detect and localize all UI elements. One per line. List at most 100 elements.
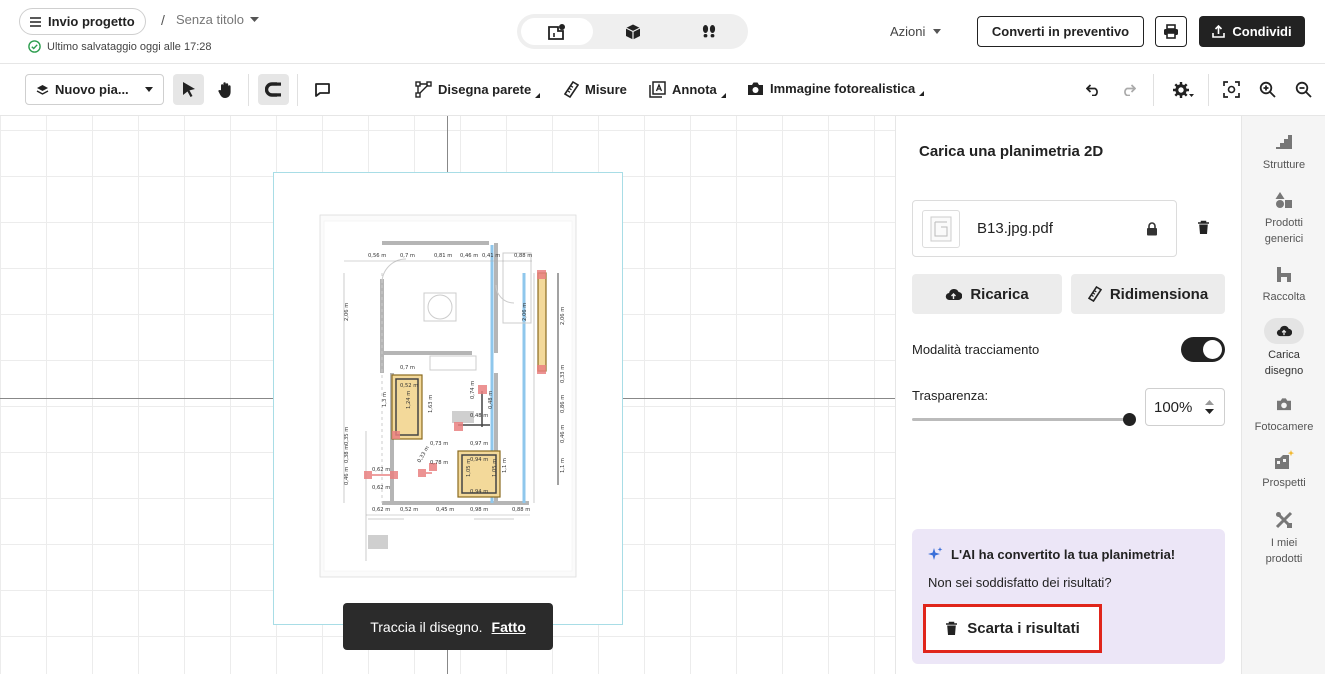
share-label: Condividi bbox=[1232, 24, 1292, 39]
ai-result-header: L'AI ha convertito la tua planimetria! bbox=[928, 547, 1175, 562]
view-2d-button[interactable] bbox=[521, 18, 593, 45]
dimension-label: 1,05 m bbox=[466, 459, 472, 477]
dimension-label: 0,46 m bbox=[344, 467, 350, 485]
rail-item-my-products[interactable]: I miei prodotti bbox=[1242, 508, 1325, 567]
level-select-label: Nuovo pia... bbox=[55, 82, 129, 97]
reload-label: Ricarica bbox=[970, 285, 1029, 303]
drawing-canvas[interactable]: 0,56 m 0,7 m 0,81 m 0,46 m 0,41 m 0,88 m 2,06 … bbox=[0, 116, 895, 674]
trash-icon bbox=[945, 621, 958, 636]
undo-button[interactable] bbox=[1078, 74, 1109, 105]
rail-item-label: Prodotti generici bbox=[1264, 217, 1304, 245]
caret-down-icon bbox=[933, 29, 942, 34]
toast-done-link[interactable]: Fatto bbox=[492, 619, 526, 635]
settings-button[interactable] bbox=[1165, 74, 1201, 105]
rail-item-label: Carica disegno bbox=[1264, 349, 1304, 377]
dimension-label: 0,94 m bbox=[470, 489, 488, 495]
reload-button[interactable]: Ricarica bbox=[912, 274, 1062, 314]
annotate-tool[interactable]: Annota bbox=[649, 81, 726, 98]
actions-menu[interactable]: Azioni bbox=[890, 24, 942, 39]
measures-label: Misure bbox=[585, 82, 627, 97]
dimension-label: 0,88 m bbox=[512, 507, 530, 513]
convert-to-quote-button[interactable]: Converti in preventivo bbox=[977, 16, 1144, 47]
pan-tool-button[interactable] bbox=[210, 74, 241, 105]
dimension-label: 0,62 m bbox=[372, 507, 390, 513]
dimension-label: 0,94 m bbox=[470, 457, 488, 463]
print-button[interactable] bbox=[1155, 16, 1187, 47]
lock-icon[interactable] bbox=[1146, 221, 1158, 236]
dimension-label: 1,24 m bbox=[406, 391, 412, 409]
comment-button[interactable] bbox=[307, 74, 338, 105]
fit-view-button[interactable] bbox=[1216, 74, 1247, 105]
ai-result-question: Non sei soddisfatto dei risultati? bbox=[928, 575, 1112, 590]
transparency-slider-thumb[interactable] bbox=[1123, 413, 1136, 426]
rail-item-elevations[interactable]: Prospetti bbox=[1242, 448, 1325, 491]
dimension-label: 0,74 m bbox=[470, 381, 476, 399]
dimension-label: 0,52 m bbox=[400, 383, 418, 389]
dimension-label: 0,62 m bbox=[372, 467, 390, 473]
rail-item-generic-products[interactable]: Prodotti generici bbox=[1242, 188, 1325, 247]
discard-results-button[interactable]: Scarta i risultati bbox=[923, 604, 1102, 653]
level-select[interactable]: Nuovo pia... bbox=[25, 74, 164, 105]
footprints-icon bbox=[700, 23, 718, 41]
project-title-dropdown[interactable]: Senza titolo bbox=[176, 12, 259, 27]
view-walkthrough-button[interactable] bbox=[673, 18, 745, 45]
dimension-label: 0,62 m bbox=[372, 485, 390, 491]
rail-item-label: I miei prodotti bbox=[1265, 537, 1303, 565]
dimension-label: 0,48 m bbox=[488, 391, 494, 409]
resize-button[interactable]: Ridimensiona bbox=[1071, 274, 1225, 314]
dimension-label: 1,05 m bbox=[492, 459, 498, 477]
transparency-input[interactable]: 100% bbox=[1145, 388, 1225, 426]
measures-tool[interactable]: Misure bbox=[564, 81, 627, 98]
delete-file-button[interactable] bbox=[1197, 220, 1210, 235]
stepper-arrows-icon[interactable] bbox=[1205, 400, 1214, 414]
rail-item-label: Raccolta bbox=[1262, 291, 1306, 303]
zoom-out-button[interactable] bbox=[1288, 74, 1319, 105]
toolbar-divider bbox=[1208, 74, 1209, 106]
resize-label: Ridimensiona bbox=[1109, 285, 1209, 303]
zoom-out-icon bbox=[1295, 81, 1312, 98]
hand-icon bbox=[217, 81, 234, 99]
dimension-label: 0,73 m bbox=[430, 441, 448, 447]
dimension-label: 0,45 m bbox=[436, 507, 454, 513]
save-status: Ultimo salvataggio oggi alle 17:28 bbox=[28, 40, 212, 53]
toast-message: Traccia il disegno. bbox=[370, 618, 483, 635]
dimension-label: 0,46 m bbox=[460, 253, 478, 259]
toolbar-divider bbox=[1153, 74, 1154, 106]
transparency-label: Trasparenza: bbox=[912, 388, 989, 403]
rail-item-upload-drawing[interactable]: Carica disegno bbox=[1242, 318, 1325, 379]
breadcrumb-separator: / bbox=[161, 12, 165, 28]
cursor-arrow-icon bbox=[181, 81, 197, 98]
submit-project-button[interactable]: Invio progetto bbox=[19, 8, 146, 35]
collection-icon bbox=[1276, 262, 1292, 286]
tools-icon bbox=[1275, 508, 1293, 532]
view-3d-button[interactable] bbox=[597, 18, 669, 45]
dimension-label: 0,56 m bbox=[368, 253, 386, 259]
ruler-icon bbox=[564, 81, 579, 98]
rail-item-label: Fotocamere bbox=[1254, 421, 1314, 433]
rail-item-structures[interactable]: Strutture bbox=[1242, 130, 1325, 173]
redo-icon bbox=[1121, 83, 1136, 96]
draw-wall-tool[interactable]: Disegna parete bbox=[415, 81, 541, 98]
file-thumbnail bbox=[922, 209, 960, 248]
rail-item-label: Prospetti bbox=[1262, 477, 1306, 489]
tracing-mode-toggle[interactable] bbox=[1181, 337, 1225, 362]
file-name: B13.jpg.pdf bbox=[977, 220, 1053, 237]
cube-icon bbox=[624, 23, 642, 41]
floorplan-2d-icon bbox=[547, 23, 567, 41]
select-tool-button[interactable] bbox=[173, 74, 204, 105]
toolbar-divider bbox=[297, 74, 298, 106]
snap-magnet-button[interactable] bbox=[258, 74, 289, 105]
rail-item-cameras[interactable]: Fotocamere bbox=[1242, 392, 1325, 435]
submit-project-label: Invio progetto bbox=[48, 14, 135, 29]
actions-label: Azioni bbox=[890, 24, 926, 39]
photorealistic-image-tool[interactable]: Immagine fotorealistica bbox=[747, 81, 925, 96]
transparency-slider[interactable] bbox=[912, 418, 1130, 421]
rail-item-collection[interactable]: Raccolta bbox=[1242, 262, 1325, 305]
panel-title: Carica una planimetria 2D bbox=[919, 143, 1104, 160]
zoom-in-button[interactable] bbox=[1252, 74, 1283, 105]
redo-button[interactable] bbox=[1113, 74, 1144, 105]
share-button[interactable]: Condividi bbox=[1199, 16, 1305, 47]
layers-icon bbox=[36, 84, 49, 96]
dimension-label: 0,7 m bbox=[400, 253, 415, 259]
uploaded-plan-frame[interactable]: 0,56 m 0,7 m 0,81 m 0,46 m 0,41 m 0,88 m 2,06 … bbox=[273, 172, 623, 625]
